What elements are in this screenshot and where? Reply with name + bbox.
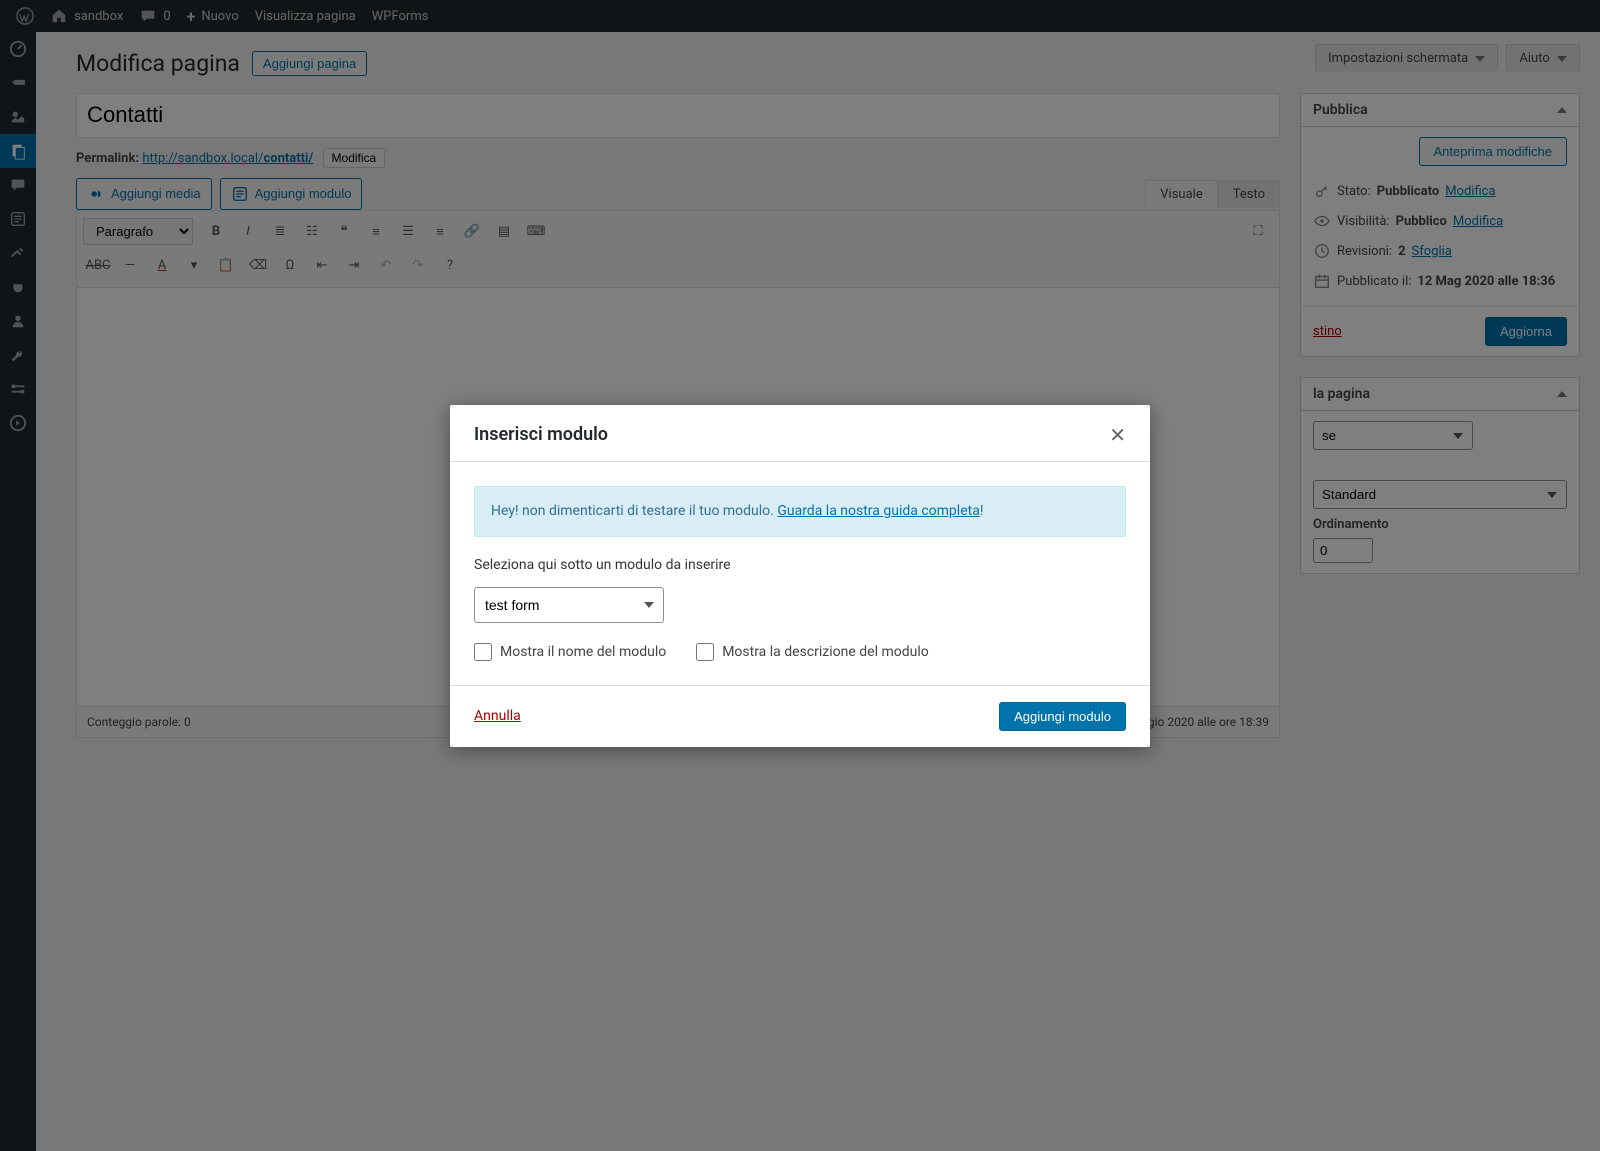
guide-link[interactable]: Guarda la nostra guida completa <box>777 503 979 519</box>
show-desc-checkbox[interactable]: Mostra la descrizione del modulo <box>696 643 929 661</box>
cancel-button[interactable]: Annulla <box>474 708 521 724</box>
show-name-checkbox[interactable]: Mostra il nome del modulo <box>474 643 666 661</box>
info-notice: Hey! non dimenticarti di testare il tuo … <box>474 486 1126 537</box>
modal-instruction: Seleziona qui sotto un modulo da inserir… <box>474 557 1126 573</box>
modal-overlay: Inserisci modulo ✕ Hey! non dimenticarti… <box>0 0 1600 1151</box>
insert-form-modal: Inserisci modulo ✕ Hey! non dimenticarti… <box>450 405 1150 747</box>
modal-title: Inserisci modulo <box>474 424 608 445</box>
form-select[interactable]: test form <box>474 587 664 623</box>
add-form-button[interactable]: Aggiungi modulo <box>999 702 1126 731</box>
close-icon[interactable]: ✕ <box>1109 423 1126 447</box>
